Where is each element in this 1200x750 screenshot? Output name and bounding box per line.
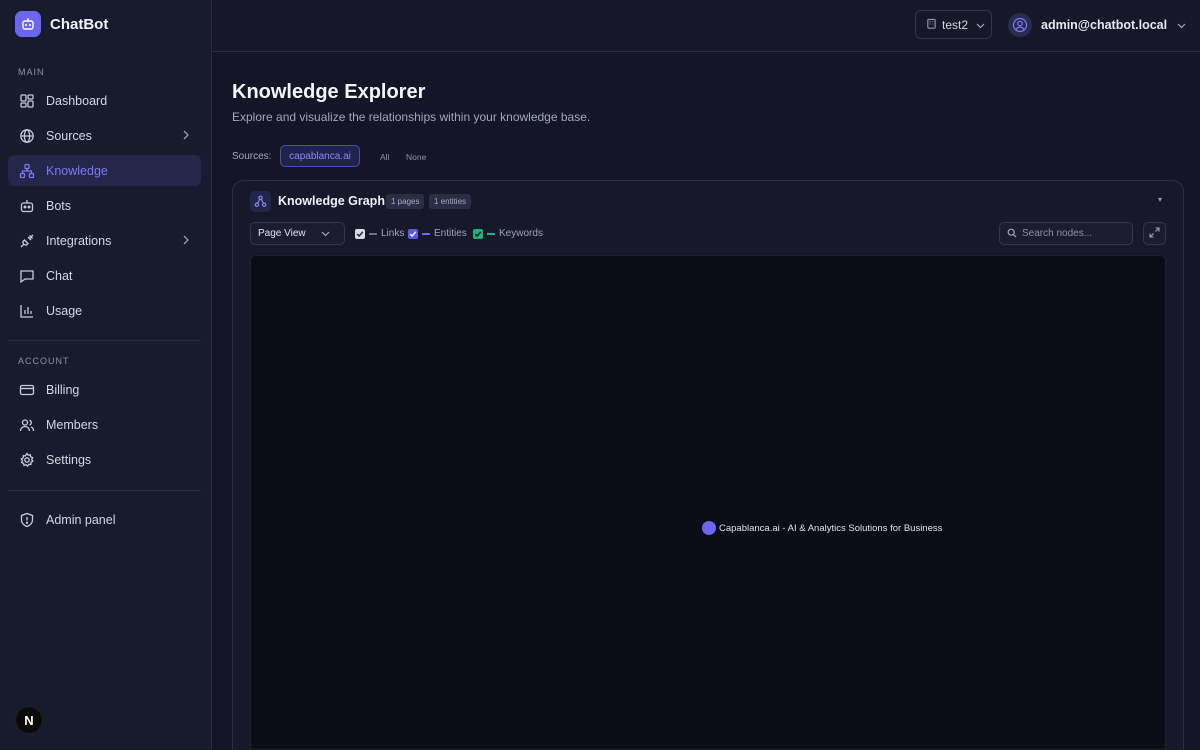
sidebar-item-label: Bots bbox=[46, 198, 72, 213]
sidebar-item-members[interactable]: Members bbox=[8, 409, 201, 440]
sidebar-item-usage[interactable]: Usage bbox=[8, 295, 201, 326]
brand[interactable]: ChatBot bbox=[15, 11, 108, 37]
toggle-links[interactable]: Links bbox=[355, 228, 404, 239]
gear-icon bbox=[19, 451, 35, 468]
collapse-toggle-icon[interactable]: ▾ bbox=[1158, 195, 1162, 204]
app-name: ChatBot bbox=[50, 15, 109, 33]
select-no-sources-link[interactable]: None bbox=[406, 152, 426, 162]
user-avatar-icon bbox=[1008, 13, 1032, 37]
sidebar-item-billing[interactable]: Billing bbox=[8, 374, 201, 405]
chat-icon bbox=[19, 268, 35, 284]
sidebar-item-label: Chat bbox=[46, 268, 73, 283]
chevron-down-icon bbox=[1177, 18, 1186, 32]
sidebar-item-integrations[interactable]: Integrations bbox=[8, 225, 201, 256]
expand-icon bbox=[1149, 225, 1160, 243]
sidebar-item-dashboard[interactable]: Dashboard bbox=[8, 85, 201, 116]
sources-label: Sources: bbox=[232, 151, 272, 162]
toggle-keywords[interactable]: Keywords bbox=[473, 228, 543, 239]
chevron-down-icon bbox=[976, 18, 985, 32]
checkbox-checked-icon[interactable] bbox=[473, 228, 483, 239]
section-label-main: MAIN bbox=[18, 67, 45, 77]
section-label-account: ACCOUNT bbox=[18, 356, 70, 366]
sidebar-item-label: Integrations bbox=[46, 233, 112, 248]
sidebar-item-bots[interactable]: Bots bbox=[8, 190, 201, 221]
workspace-name: test2 bbox=[942, 17, 969, 32]
sidebar-item-label: Billing bbox=[46, 382, 80, 397]
graph-node[interactable] bbox=[702, 521, 716, 535]
plug-icon bbox=[19, 233, 35, 249]
dev-tools-badge[interactable]: N bbox=[15, 706, 43, 734]
knowledge-graph-icon bbox=[250, 191, 271, 212]
checkbox-checked-icon[interactable] bbox=[355, 228, 365, 239]
sidebar-item-label: Members bbox=[46, 417, 99, 432]
legend-label-entities: Entities bbox=[434, 228, 467, 239]
sidebar-item-settings[interactable]: Settings bbox=[8, 444, 201, 475]
sidebar-item-label: Sources bbox=[46, 128, 92, 143]
users-icon bbox=[19, 417, 35, 433]
toggle-entities[interactable]: Entities bbox=[408, 228, 467, 239]
chevron-right-icon bbox=[182, 234, 190, 249]
shield-icon bbox=[19, 512, 35, 528]
dashboard-icon bbox=[19, 93, 35, 109]
chevron-down-icon bbox=[321, 229, 330, 240]
graph-title: Knowledge Graph bbox=[278, 194, 385, 208]
sidebar-divider bbox=[8, 340, 201, 341]
globe-icon bbox=[19, 128, 35, 144]
entities-legend-swatch bbox=[422, 232, 430, 235]
sidebar-item-label: Usage bbox=[46, 303, 83, 318]
sidebar-item-admin-panel[interactable]: Admin panel bbox=[8, 504, 201, 535]
topbar: test2 admin@chatbot.local bbox=[212, 0, 1200, 52]
pages-count-badge: 1 pages bbox=[386, 194, 425, 209]
entities-count-badge: 1 entities bbox=[429, 194, 472, 209]
sidebar-item-knowledge[interactable]: Knowledge bbox=[8, 155, 201, 186]
chevron-right-icon bbox=[182, 129, 190, 144]
workspace-select[interactable]: test2 bbox=[915, 10, 992, 39]
view-mode-select[interactable]: Page View bbox=[250, 222, 345, 245]
view-mode-value: Page View bbox=[258, 228, 306, 239]
bar-chart-icon bbox=[19, 303, 35, 319]
page-subtitle: Explore and visualize the relationships … bbox=[232, 110, 591, 124]
user-menu[interactable]: admin@chatbot.local bbox=[1008, 12, 1186, 38]
credit-card-icon bbox=[19, 382, 35, 398]
sidebar-item-chat[interactable]: Chat bbox=[8, 260, 201, 291]
building-icon bbox=[926, 18, 937, 32]
graph-canvas[interactable] bbox=[250, 255, 1166, 750]
links-legend-swatch bbox=[369, 232, 377, 235]
sidebar-item-sources[interactable]: Sources bbox=[8, 120, 201, 151]
sidebar-divider bbox=[8, 490, 201, 491]
search-icon bbox=[1007, 225, 1017, 243]
node-search[interactable] bbox=[999, 222, 1133, 245]
legend-label-links: Links bbox=[381, 228, 405, 239]
page-title: Knowledge Explorer bbox=[232, 81, 426, 103]
sidebar-item-label: Knowledge bbox=[46, 163, 108, 178]
select-all-sources-link[interactable]: All bbox=[380, 152, 389, 162]
sidebar: ChatBot MAIN Dashboard Sources Knowledge… bbox=[0, 0, 212, 750]
search-input[interactable] bbox=[1022, 228, 1127, 239]
source-chip-capablanca[interactable]: capablanca.ai bbox=[280, 145, 360, 167]
checkbox-checked-icon[interactable] bbox=[408, 228, 418, 239]
sidebar-item-label: Admin panel bbox=[46, 512, 116, 527]
knowledge-graph-icon bbox=[19, 163, 35, 179]
bot-logo-icon bbox=[15, 11, 41, 37]
bot-icon bbox=[19, 198, 35, 214]
sidebar-item-label: Settings bbox=[46, 452, 92, 467]
legend-label-keywords: Keywords bbox=[499, 228, 543, 239]
sidebar-item-label: Dashboard bbox=[46, 93, 108, 108]
fullscreen-button[interactable] bbox=[1143, 222, 1166, 245]
keywords-legend-swatch bbox=[487, 232, 495, 235]
graph-node-label: Capablanca.ai - AI & Analytics Solutions… bbox=[719, 523, 943, 534]
user-email: admin@chatbot.local bbox=[1041, 18, 1168, 32]
